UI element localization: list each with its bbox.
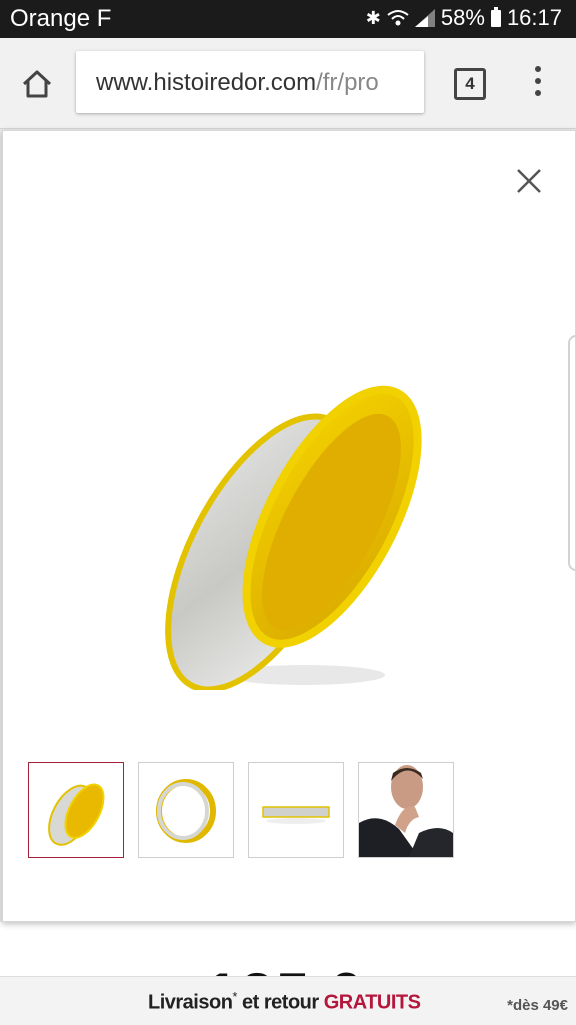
thumbnail-2[interactable] bbox=[138, 762, 234, 858]
home-icon[interactable] bbox=[20, 67, 54, 101]
status-bar: Orange F ✱ 58% 16:17 bbox=[0, 0, 576, 38]
tab-switcher-icon[interactable]: 4 bbox=[454, 68, 486, 100]
ring-side-thumb-icon bbox=[262, 806, 330, 824]
thumbnail-3[interactable] bbox=[248, 762, 344, 858]
ring-front-thumb-icon bbox=[156, 779, 216, 843]
browser-toolbar: www.histoiredor.com/fr/pro 4 bbox=[0, 38, 576, 129]
close-icon[interactable] bbox=[514, 166, 544, 196]
main-product-image bbox=[165, 385, 422, 690]
overflow-menu-icon[interactable] bbox=[530, 66, 546, 100]
scroll-edge bbox=[568, 335, 576, 571]
url-path: /fr/pro bbox=[316, 69, 379, 96]
banner-text: Livraison* et retour GRATUITS bbox=[148, 989, 421, 1015]
wifi-icon bbox=[387, 10, 409, 26]
ring-worn-thumb-icon bbox=[359, 763, 453, 857]
ring-angle-thumb-icon bbox=[48, 783, 105, 846]
product-page-behind: 125,0 bbox=[0, 922, 576, 982]
free-shipping-banner[interactable]: Livraison* et retour GRATUITS *dès 49€ bbox=[0, 976, 576, 1025]
banner-note: *dès 49€ bbox=[507, 997, 568, 1014]
status-icons: ✱ 58% 16:17 bbox=[366, 5, 562, 31]
bluetooth-icon: ✱ bbox=[365, 7, 381, 28]
battery-icon bbox=[490, 6, 501, 27]
signal-icon bbox=[414, 9, 435, 27]
banner-middle: et retour bbox=[236, 991, 324, 1014]
url-domain: www.histoiredor.com bbox=[96, 69, 317, 96]
battery-percent: 58% bbox=[440, 5, 485, 30]
carrier-name: Orange F bbox=[10, 5, 112, 32]
banner-prefix: Livraison bbox=[148, 991, 233, 1014]
thumbnail-1[interactable] bbox=[28, 762, 124, 858]
thumbnail-strip bbox=[28, 762, 454, 858]
banner-highlight: GRATUITS bbox=[323, 991, 421, 1014]
url-text[interactable]: www.histoiredor.com/fr/pro bbox=[96, 69, 379, 97]
clock: 16:17 bbox=[506, 5, 562, 30]
thumbnail-4[interactable] bbox=[358, 762, 454, 858]
address-bar[interactable]: www.histoiredor.com/fr/pro bbox=[76, 51, 424, 113]
